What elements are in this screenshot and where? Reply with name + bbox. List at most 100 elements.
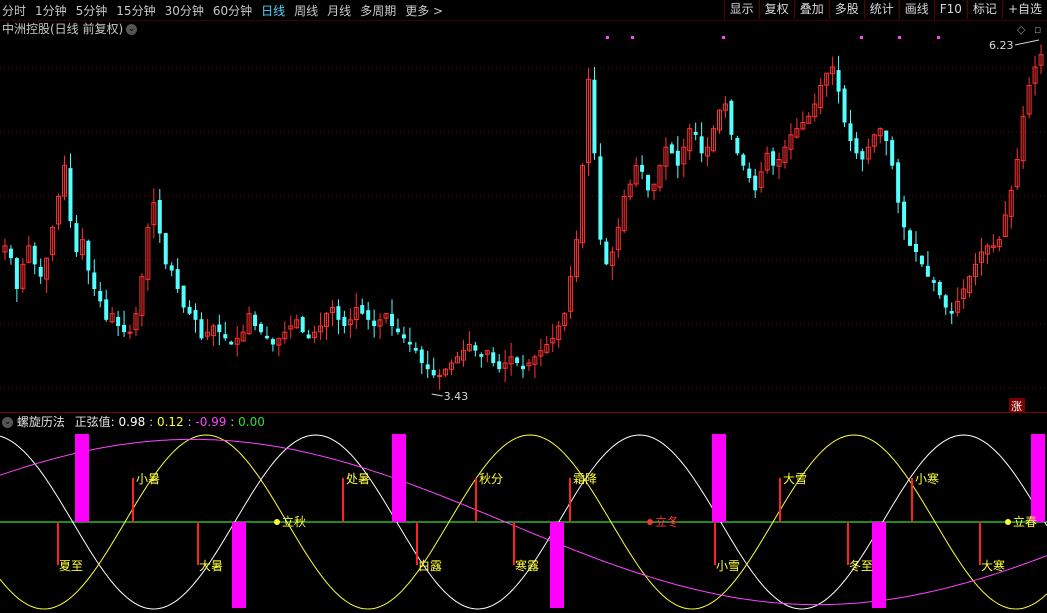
candle-body [419, 349, 424, 363]
pin-icon: ▫ [1034, 23, 1041, 36]
indicator-sep-2: : [187, 415, 192, 429]
candle-body [675, 150, 680, 166]
price-gridlines [0, 67, 1047, 389]
candle-body [193, 310, 198, 320]
indicator-sep-3: : [230, 415, 235, 429]
term-label: 大雪 [783, 472, 807, 486]
term-label: 寒露 [515, 558, 539, 573]
candle-body [747, 168, 752, 178]
candle-body [14, 258, 19, 289]
candle-body [949, 310, 954, 314]
candle-body [68, 168, 73, 222]
peak-bar [75, 434, 89, 522]
indicator-header: ⌄ 螺旋历法 正弦值: 0.98 : 0.12 : -0.99 : 0.00 [2, 414, 265, 430]
term-label: 小雪 [716, 559, 740, 573]
candle-body [116, 317, 121, 326]
candle-body [157, 199, 162, 234]
candle-body [473, 345, 478, 351]
candle-body [515, 357, 520, 363]
candle-body [175, 269, 180, 289]
signal-marker [937, 36, 940, 39]
trough-bar [872, 522, 886, 608]
candle-body [699, 136, 704, 154]
candle-body [336, 306, 341, 320]
candle-body [431, 369, 436, 376]
candle-body [366, 310, 371, 320]
term-dot [647, 519, 653, 525]
candle-body [372, 320, 377, 326]
candle-body [104, 299, 109, 320]
candle-body [646, 174, 651, 191]
chart-svg[interactable]: 6.233.43◇ ▫涨 夏至小暑大暑立秋处暑白露秋分寒露霜降立冬小雪大雪冬至小寒… [0, 0, 1047, 610]
candlesticks [2, 44, 1044, 390]
candle-body [360, 305, 365, 314]
candle-body [937, 282, 942, 296]
indicator-panel: 夏至 小暑大暑 立秋 处暑白露 秋分寒露 霜降立冬小雪 大雪冬至 小寒大寒 立春 [0, 434, 1047, 610]
candle-body [169, 265, 174, 271]
indicator-value-4: 0.00 [238, 415, 265, 429]
candle-body [163, 233, 168, 265]
candle-body [86, 240, 91, 271]
low-price-label: 3.43 [444, 390, 469, 403]
candle-body [217, 324, 222, 333]
candle-body [836, 70, 841, 92]
candle-body [74, 223, 79, 252]
high-price-label: 6.23 [989, 39, 1014, 52]
candle-body [32, 245, 37, 265]
signal-marker [606, 36, 609, 39]
term-label: 处暑 [346, 472, 370, 486]
candle-body [390, 313, 395, 326]
candle-body [8, 248, 13, 259]
term-label: 秋分 [479, 472, 503, 486]
term-dot [274, 519, 280, 525]
term-label: 夏至 [59, 559, 83, 573]
panel-divider [0, 412, 1047, 413]
indicator-name[interactable]: 螺旋历法 [17, 415, 65, 429]
peak-bar [1031, 434, 1045, 522]
candle-body [925, 265, 930, 277]
candle-body [181, 285, 186, 308]
candle-body [270, 339, 275, 345]
candle-body [860, 151, 865, 160]
candle-body [92, 272, 97, 289]
candle-body [854, 138, 859, 154]
trough-bar [232, 522, 246, 608]
candle-body [300, 317, 305, 333]
candle-body [229, 341, 234, 345]
candle-body [127, 331, 133, 334]
indicator-menu-icon[interactable]: ⌄ [2, 417, 13, 428]
candle-body [902, 201, 907, 228]
indicator-value-label: 正弦值: [74, 415, 115, 429]
indicator-value-2: 0.12 [156, 415, 184, 429]
chart-area[interactable]: 6.23 3.43 ◇ ▫ 涨 夏至 小暑 大暑 立秋 处暑 白露 秋分 寒露 霜降 立冬 小雪 大雪 冬至 小寒… [0, 0, 1047, 613]
candle-body [884, 130, 889, 141]
signal-marker [860, 36, 863, 39]
candle-body [38, 266, 43, 277]
term-label: 大寒 [981, 558, 1005, 573]
candle-body [931, 280, 936, 283]
signal-marker [631, 36, 634, 39]
peak-bar [712, 434, 726, 522]
candle-body [413, 347, 418, 351]
term-label: 小暑 [136, 472, 160, 486]
candle-body [913, 244, 918, 252]
term-label: 白露 [418, 558, 442, 573]
candle-body [735, 137, 740, 154]
candle-body [842, 88, 847, 123]
candle-body [890, 140, 895, 166]
candle-body [122, 324, 127, 333]
signal-marker [898, 36, 901, 39]
term-label: 立冬 [655, 514, 679, 529]
term-label: 立秋 [282, 514, 306, 529]
peak-bar [392, 434, 406, 522]
term-label: 大暑 [199, 559, 223, 573]
candle-body [479, 354, 484, 357]
indicator-value-1: 0.98 [118, 415, 146, 429]
high-price-pointer [1014, 39, 1040, 46]
candle-body [592, 79, 597, 154]
term-dot [1005, 519, 1011, 525]
candle-body [425, 364, 430, 370]
trough-bar [550, 522, 564, 608]
candle-body [604, 241, 609, 265]
candle-body [259, 323, 264, 333]
